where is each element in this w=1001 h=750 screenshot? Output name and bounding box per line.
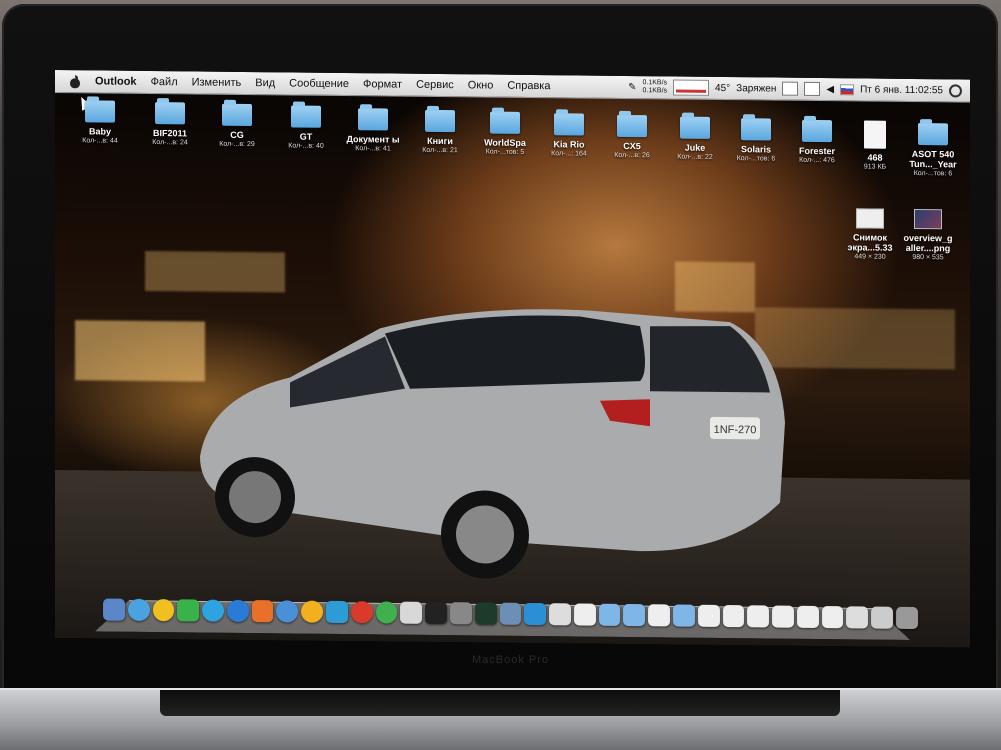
folder-icon bbox=[291, 105, 321, 128]
menu-file[interactable]: Файл bbox=[144, 76, 185, 88]
script-icon[interactable]: ✎ bbox=[628, 82, 636, 93]
dock-app-icon[interactable] bbox=[623, 603, 646, 627]
dock-app-icon[interactable] bbox=[896, 606, 918, 630]
dock-app-icon[interactable] bbox=[449, 602, 472, 625]
menu-help[interactable]: Справка bbox=[500, 80, 557, 93]
desktop-icon-asot[interactable]: ASOT 540 Tun..._Year Кол-...тов: 6 bbox=[901, 123, 965, 178]
desktop-icon-forester[interactable]: Forester Кол-...: 476 bbox=[785, 119, 849, 165]
desktop-icon-kia-rio[interactable]: Kia Rio Кол-...: 164 bbox=[537, 113, 601, 158]
menu-window[interactable]: Окно bbox=[461, 79, 501, 91]
dock-app-icon[interactable] bbox=[524, 602, 547, 626]
document-icon bbox=[864, 120, 886, 149]
network-monitor[interactable]: 0.1KB/s 0.1KB/s bbox=[643, 79, 668, 95]
dock-app-icon[interactable] bbox=[499, 602, 522, 625]
desktop-icon-gt[interactable]: GT Кол-...в: 40 bbox=[274, 105, 338, 150]
dock-app-icon[interactable] bbox=[276, 600, 299, 623]
folder-icon bbox=[155, 102, 185, 125]
desktop-icon-documents[interactable]: Документ ы Кол-...в: 41 bbox=[341, 108, 405, 153]
bezel-label: MacBook Pro bbox=[472, 654, 550, 666]
folder-icon bbox=[490, 111, 520, 134]
folder-icon bbox=[425, 109, 455, 133]
folder-icon bbox=[680, 116, 710, 139]
desktop-screen: 1NF-270 Outlook Файл Изменить Вид Сообще… bbox=[55, 70, 970, 648]
menu-edit[interactable]: Изменить bbox=[185, 76, 249, 89]
desktop-icon-worldspa[interactable]: WorldSpa Кол-...тов: 5 bbox=[473, 111, 537, 156]
folder-icon bbox=[222, 103, 252, 127]
menu-format[interactable]: Формат bbox=[356, 78, 409, 91]
dock-app-icon[interactable] bbox=[672, 604, 695, 627]
folder-icon bbox=[617, 114, 647, 138]
folder-icon bbox=[85, 100, 115, 123]
laptop-hinge bbox=[160, 690, 840, 716]
bluetooth-icon[interactable] bbox=[804, 81, 821, 97]
menu-message[interactable]: Сообщение bbox=[282, 77, 356, 90]
temperature-readout[interactable]: 45° bbox=[715, 82, 730, 93]
wallpaper-car: 1NF-270 bbox=[200, 309, 785, 579]
desktop-icon-screenshot[interactable]: Снимок экра...5.33 449 × 230 bbox=[838, 208, 902, 261]
dock-app-icon[interactable] bbox=[103, 598, 125, 621]
dock-app-icon[interactable] bbox=[697, 604, 720, 627]
dock-app-icon[interactable] bbox=[549, 603, 571, 626]
desktop-icon-solaris[interactable]: Solaris Кол-...тов: 6 bbox=[724, 118, 788, 163]
desktop-icon-books[interactable]: Книги Кол-...в: 21 bbox=[408, 109, 472, 155]
timemachine-icon[interactable] bbox=[782, 81, 799, 96]
dock-app-icon[interactable] bbox=[251, 600, 274, 623]
dock-app-icon[interactable] bbox=[598, 603, 621, 626]
folder-icon bbox=[358, 108, 388, 131]
desktop-icon-cg[interactable]: CG Кол-...в: 29 bbox=[205, 103, 269, 149]
desktop-icon-468-doc[interactable]: 468 913 КБ bbox=[843, 120, 907, 171]
battery-status[interactable]: Заряжен bbox=[736, 83, 776, 94]
dock-app-icon[interactable] bbox=[301, 600, 324, 623]
clock[interactable]: Пт 6 янв. 11:02:55 bbox=[860, 84, 943, 96]
menu-view[interactable]: Вид bbox=[248, 77, 282, 89]
input-source-flag-icon[interactable] bbox=[840, 83, 855, 95]
dock-app-icon[interactable] bbox=[747, 605, 770, 628]
folder-icon bbox=[741, 118, 771, 141]
apple-menu-icon[interactable] bbox=[69, 75, 80, 88]
dock-app-icon[interactable] bbox=[152, 599, 175, 622]
desktop-icon-overview-png[interactable]: overview_g aller....png 980 × 535 bbox=[896, 208, 960, 262]
app-menu-outlook[interactable]: Outlook bbox=[88, 75, 144, 88]
dock-app-icon[interactable] bbox=[772, 605, 794, 628]
dock-app-icon[interactable] bbox=[648, 604, 670, 627]
cpu-graph-icon[interactable] bbox=[673, 79, 710, 96]
dock-app-icon[interactable] bbox=[400, 601, 423, 624]
dock-app-icon[interactable] bbox=[796, 605, 819, 628]
image-thumbnail-icon bbox=[914, 208, 942, 230]
dock-app-icon[interactable] bbox=[722, 604, 745, 628]
dock-app-icon[interactable] bbox=[871, 606, 893, 629]
license-plate-text: 1NF-270 bbox=[714, 424, 757, 436]
dock-app-icon[interactable] bbox=[226, 599, 249, 623]
desktop-icon-bif2011[interactable]: BIF2011 Кол-...в: 24 bbox=[138, 102, 202, 147]
spotlight-search-icon[interactable] bbox=[949, 83, 962, 97]
dock-app-icon[interactable] bbox=[425, 601, 447, 625]
dock-app-icon[interactable] bbox=[127, 598, 150, 621]
dock-app-icon[interactable] bbox=[573, 603, 596, 626]
folder-icon bbox=[554, 113, 584, 136]
volume-icon[interactable]: ◀ bbox=[826, 84, 834, 95]
folder-icon bbox=[918, 123, 948, 146]
dock-app-icon[interactable] bbox=[846, 606, 869, 629]
image-thumbnail-icon bbox=[856, 208, 884, 229]
desktop-icon-juke[interactable]: Juke Кол-...в: 22 bbox=[663, 116, 727, 161]
menu-tools[interactable]: Сервис bbox=[409, 79, 461, 92]
dock-app-icon[interactable] bbox=[350, 601, 373, 624]
desktop-icon-cx5[interactable]: CX5 Кол-...в: 26 bbox=[600, 114, 664, 160]
desktop-icon-baby[interactable]: Baby Кол-...в: 44 bbox=[68, 100, 132, 145]
dock-app-icon[interactable] bbox=[202, 599, 224, 622]
folder-icon bbox=[802, 119, 832, 143]
dock-app-icon[interactable] bbox=[326, 600, 348, 624]
dock-app-icon[interactable] bbox=[821, 606, 844, 629]
dock-app-icon[interactable] bbox=[474, 602, 497, 625]
dock-app-icon[interactable] bbox=[177, 599, 200, 622]
dock-app-icon[interactable] bbox=[375, 601, 398, 624]
status-area: ✎ 0.1KB/s 0.1KB/s 45° Заряжен ◀ Пт 6 янв.… bbox=[628, 79, 970, 99]
